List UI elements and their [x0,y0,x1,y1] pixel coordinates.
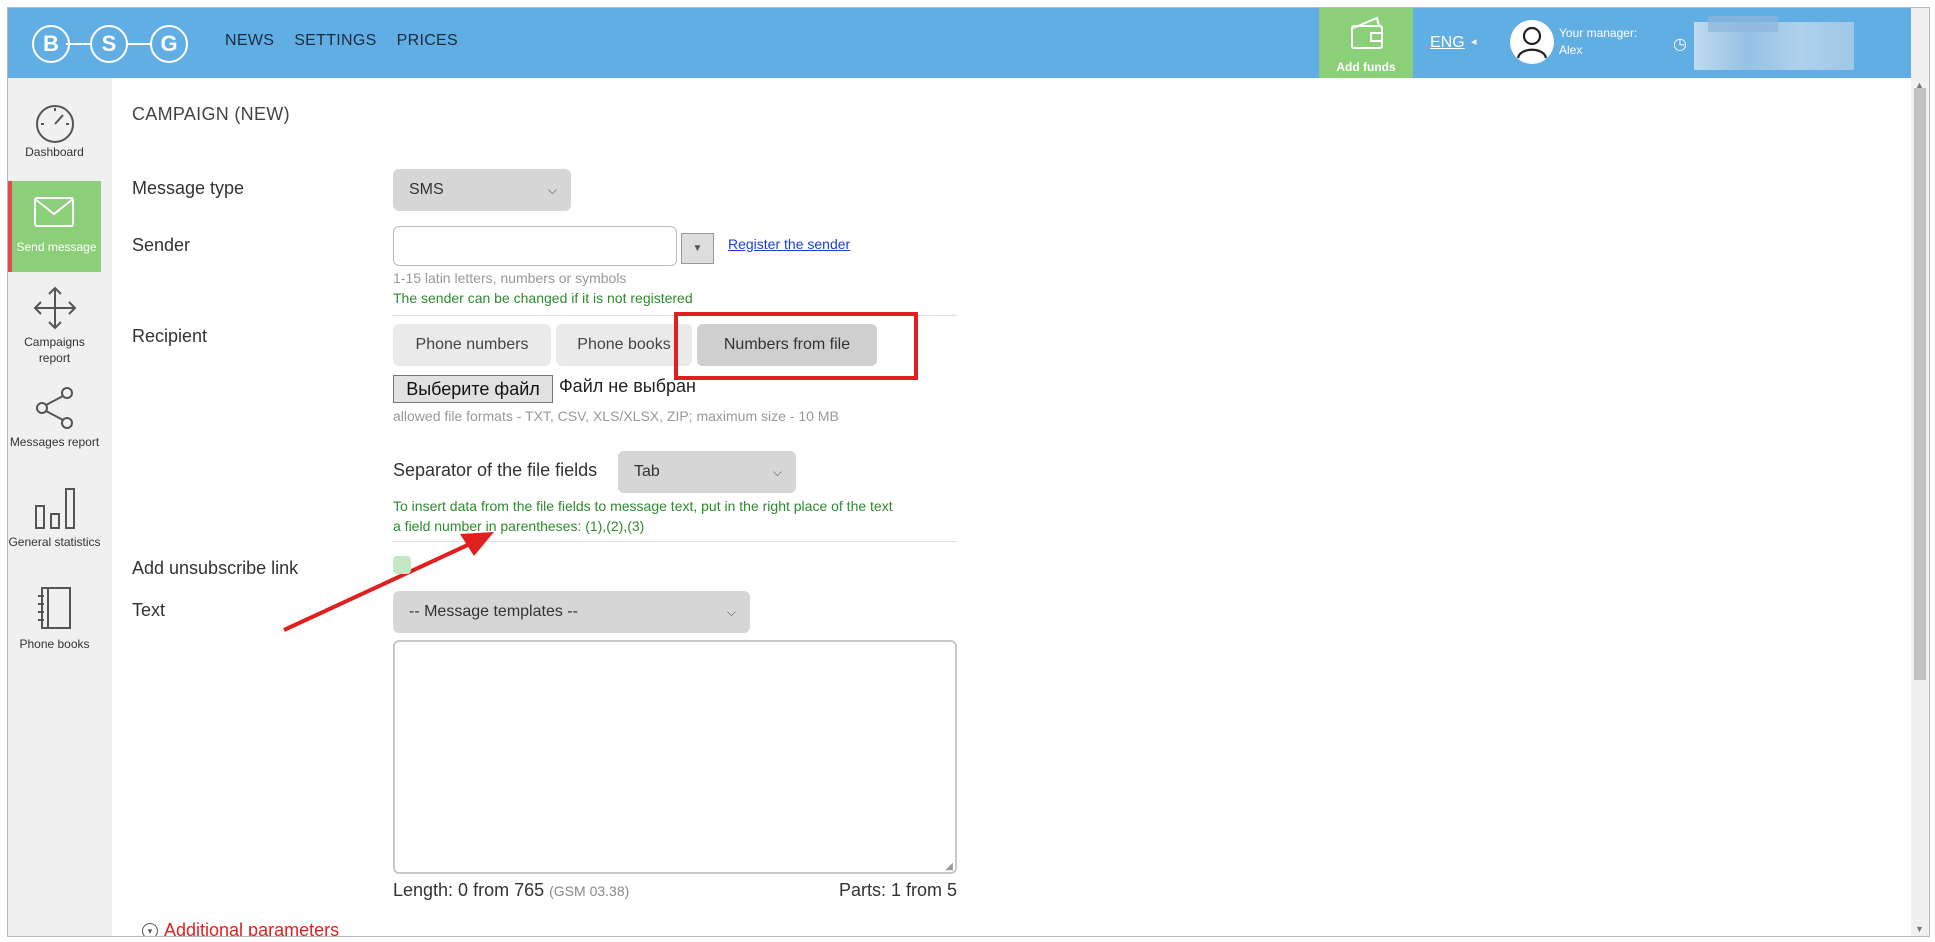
add-funds-button[interactable]: Add funds [1319,8,1413,78]
sidebar-item-general-statistics[interactable]: General statistics [8,478,101,570]
resize-grip-icon[interactable]: ◢ [945,861,953,872]
nav-prices[interactable]: PRICES [397,32,458,50]
length-text: Length: 0 from 765 [393,880,545,900]
logo-letter-g: G [150,25,188,63]
add-funds-label: Add funds [1336,60,1396,74]
vertical-scrollbar[interactable]: ▲ ▼ [1911,78,1929,936]
bsg-logo[interactable]: B S G [32,25,208,63]
length-counter: Length: 0 from 765 (GSM 03.38) [393,880,629,901]
parts-counter: Parts: 1 from 5 [838,880,957,900]
manager-info: Your manager: Alex [1559,25,1637,59]
manager-label: Your manager: [1559,26,1638,40]
bar-chart-icon [34,488,75,529]
sidebar-item-label: Dashboard [25,145,84,159]
sidebar-item-campaigns-report[interactable]: Campaigns report [8,278,101,370]
message-templates-select[interactable]: -- Message templates -- ⌵ [393,591,750,633]
move-arrows-icon [33,286,76,330]
nav-settings[interactable]: SETTINGS [294,32,376,50]
message-textarea[interactable]: ◢ [393,640,957,874]
file-format-hint: allowed file formats - TXT, CSV, XLS/XLS… [393,408,839,424]
chevron-down-icon: ⌵ [547,183,557,197]
sidebar: Dashboard Send message Campaigns report [8,78,101,936]
sidebar-item-dashboard[interactable]: Dashboard [8,90,101,168]
logo-letter-s: S [90,25,128,63]
sidebar-item-label: Send message [16,240,97,254]
sidebar-item-label: Campaigns report [24,335,85,365]
tab-phone-books[interactable]: Phone books [556,324,692,366]
main-content: CAMPAIGN (NEW) Message type SMS ⌵ Sender… [112,78,1911,936]
chevron-down-circle-icon: ▾ [142,923,158,936]
sidebar-item-label: Phone books [19,637,90,651]
sidebar-item-send-message[interactable]: Send message [8,181,101,272]
register-sender-link[interactable]: Register the sender [728,236,850,252]
gauge-icon [35,105,74,143]
message-type-select[interactable]: SMS ⌵ [393,169,571,211]
additional-parameters-label: Additional parameters [164,920,340,937]
manager-name: Alex [1559,43,1583,57]
top-nav: NEWS SETTINGS PRICES [225,32,458,50]
additional-parameters-toggle[interactable]: ▾ Additional parameters [142,920,340,937]
logo-letter-b: B [32,25,70,63]
top-header: B S G NEWS SETTINGS PRICES Add funds ENG… [8,8,1911,78]
user-icon [1516,26,1548,59]
blurred-account-info-top [1708,16,1778,32]
avatar[interactable] [1510,20,1554,64]
scroll-down-icon[interactable]: ▼ [1915,924,1924,934]
share-icon [35,387,73,429]
sidebar-item-label: General statistics [8,535,101,549]
text-label: Text [132,600,166,620]
highlight-box [674,312,918,380]
sidebar-item-phone-books[interactable]: Phone books [8,578,101,658]
sender-note: The sender can be changed if it is not r… [393,290,693,306]
chevron-down-icon: ⌵ [726,605,736,619]
wallet-icon [1351,16,1383,49]
nav-news[interactable]: NEWS [225,32,274,50]
sender-hint: 1-15 latin letters, numbers or symbols [393,270,627,286]
language-selector[interactable]: ENG [1430,34,1465,52]
sidebar-item-messages-report[interactable]: Messages report [8,378,101,470]
length-encoding: (GSM 03.38) [549,883,630,899]
message-type-label: Message type [132,178,245,198]
scrollbar-thumb[interactable] [1914,88,1926,680]
sender-dropdown-button[interactable]: ▼ [681,233,714,264]
sender-input[interactable] [393,226,677,266]
separator-label: Separator of the file fields [393,460,598,480]
clock-icon: ◷ [1673,36,1687,53]
notebook-icon [37,587,71,629]
chevron-down-icon: ⌵ [772,465,782,479]
tab-phone-numbers[interactable]: Phone numbers [393,324,551,366]
message-type-value: SMS [409,181,444,198]
recipient-label: Recipient [132,326,208,346]
separator-value: Tab [634,463,660,480]
separator-select[interactable]: Tab ⌵ [618,451,796,493]
unsubscribe-label: Add unsubscribe link [132,558,299,578]
envelope-icon [34,197,74,227]
browser-frame: B S G NEWS SETTINGS PRICES Add funds ENG… [7,7,1930,937]
unsubscribe-checkbox[interactable] [393,556,411,574]
page-title: CAMPAIGN (NEW) [132,104,290,124]
sidebar-item-label: Messages report [9,435,100,449]
sender-label: Sender [132,235,191,255]
message-templates-value: -- Message templates -- [409,603,578,620]
caret-left-icon[interactable]: ◂ [1471,35,1477,48]
choose-file-button[interactable]: Выберите файл [393,375,553,403]
file-status: Файл не выбран [559,376,696,396]
